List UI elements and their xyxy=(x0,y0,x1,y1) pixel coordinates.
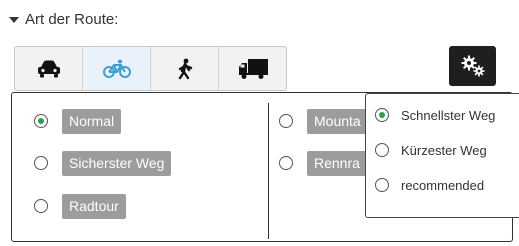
caret-down-icon xyxy=(9,16,19,23)
route-option-label: Sicherster Weg xyxy=(62,150,172,176)
mode-bicycle-button[interactable] xyxy=(83,47,151,90)
radio-selected-dot xyxy=(38,118,44,124)
route-option-safest[interactable]: Sicherster Weg xyxy=(34,150,172,176)
radio-mountain[interactable] xyxy=(279,114,293,128)
route-type-title: Art der Route: xyxy=(25,10,119,28)
radio-tour[interactable] xyxy=(34,199,48,213)
radio-safest[interactable] xyxy=(34,156,48,170)
dropdown-item-label: Kürzester Weg xyxy=(401,142,487,158)
pedestrian-icon xyxy=(178,58,192,79)
dropdown-item-recommended[interactable]: recommended xyxy=(375,175,484,195)
route-option-label: Radtour xyxy=(62,193,126,219)
radio-normal[interactable] xyxy=(34,114,48,128)
travel-mode-bar xyxy=(14,46,287,91)
radio-recommended[interactable] xyxy=(375,178,389,192)
mode-car-button[interactable] xyxy=(15,47,83,90)
route-settings-button[interactable] xyxy=(449,46,496,86)
column-divider xyxy=(268,103,269,239)
route-option-label: Mounta xyxy=(307,108,368,134)
radio-selected-dot xyxy=(379,112,385,118)
mode-truck-button[interactable] xyxy=(219,47,286,90)
dropdown-item-label: Schnellster Weg xyxy=(401,107,496,123)
gears-icon xyxy=(461,55,484,77)
route-option-label: Normal xyxy=(62,108,122,134)
car-icon xyxy=(37,60,60,77)
mode-walk-button[interactable] xyxy=(151,47,219,90)
dropdown-item-fastest[interactable]: Schnellster Weg xyxy=(375,105,495,125)
radio-road[interactable] xyxy=(279,156,293,170)
route-option-normal[interactable]: Normal xyxy=(34,108,122,134)
route-option-mountain[interactable]: Mounta xyxy=(279,108,368,134)
radio-shortest[interactable] xyxy=(375,143,389,157)
truck-icon xyxy=(238,58,268,79)
route-preference-dropdown: Schnellster Weg Kürzester Weg recommende… xyxy=(365,93,519,218)
route-option-tour[interactable]: Radtour xyxy=(34,193,126,219)
bicycle-icon xyxy=(102,59,131,78)
route-option-road[interactable]: Rennra xyxy=(279,150,367,176)
radio-fastest[interactable] xyxy=(375,108,389,122)
route-option-label: Rennra xyxy=(307,150,367,176)
route-type-header[interactable]: Art der Route: xyxy=(9,9,118,29)
dropdown-item-label: recommended xyxy=(401,177,485,193)
dropdown-item-shortest[interactable]: Kürzester Weg xyxy=(375,140,487,160)
